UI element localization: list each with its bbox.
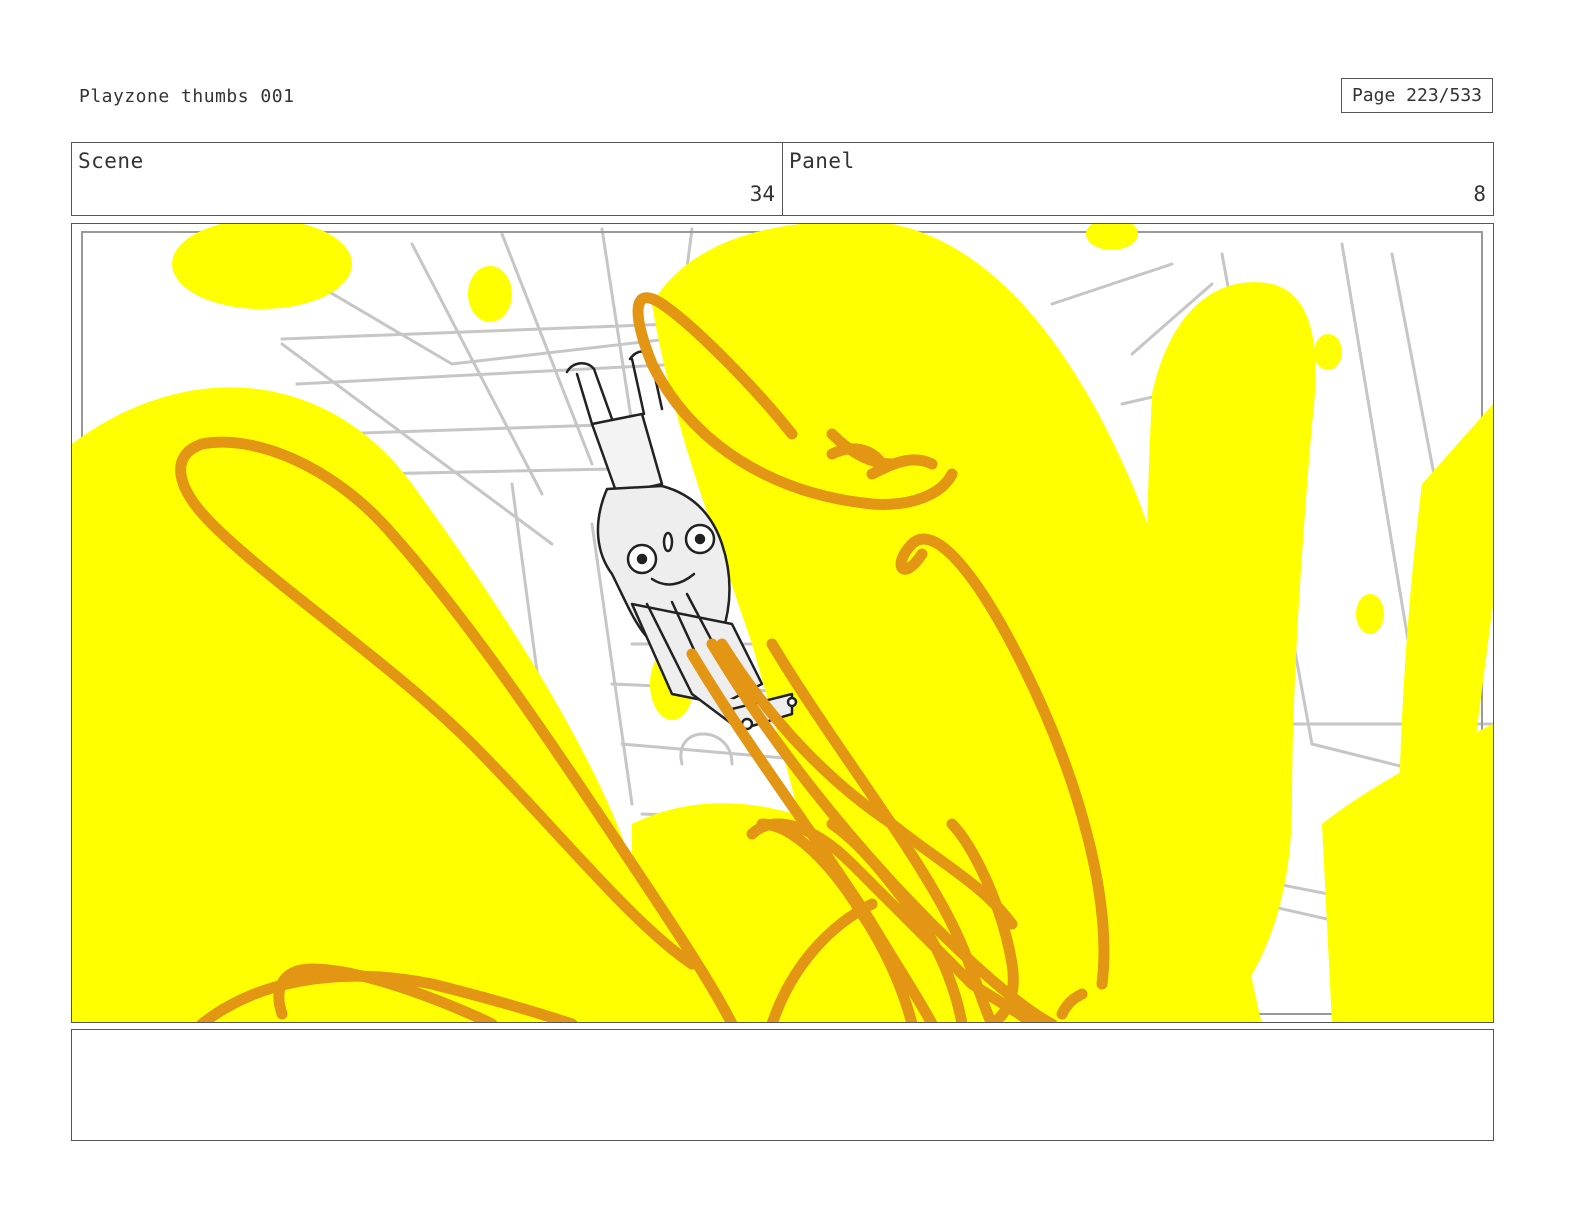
panel-cell: Panel 8 — [782, 143, 1493, 215]
slime-yellow — [72, 224, 1493, 1022]
scene-cell: Scene 34 — [72, 143, 782, 215]
panel-artwork — [72, 224, 1493, 1022]
document-title: Playzone thumbs 001 — [79, 86, 295, 107]
notes-box — [71, 1029, 1494, 1141]
panel-number: 8 — [1473, 182, 1486, 206]
page-counter: Page 223/533 — [1341, 78, 1493, 113]
scene-label: Scene — [78, 149, 144, 173]
scene-panel-info: Scene 34 Panel 8 — [71, 142, 1494, 216]
scene-number: 34 — [749, 182, 775, 206]
storyboard-panel — [71, 223, 1494, 1023]
panel-label: Panel — [789, 149, 855, 173]
